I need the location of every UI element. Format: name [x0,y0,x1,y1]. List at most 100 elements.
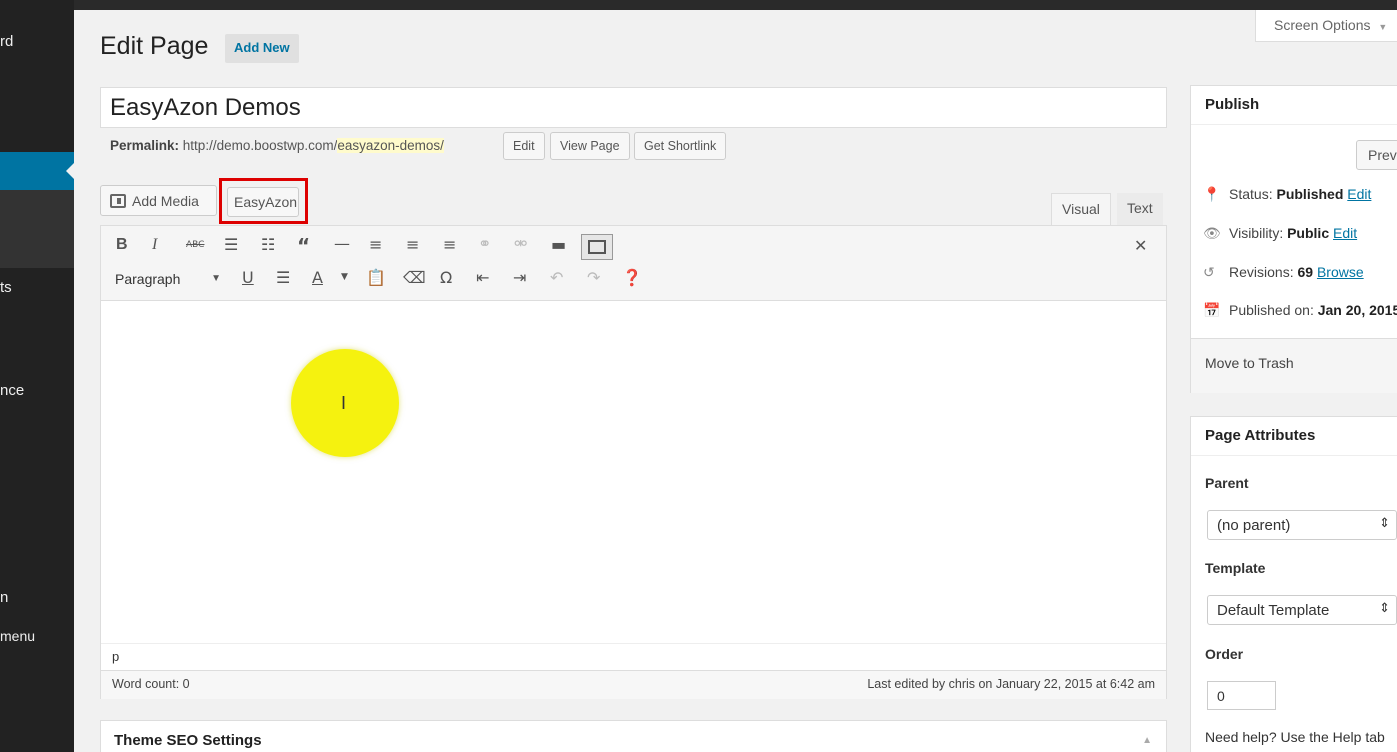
page-attributes-title: Page Attributes [1191,417,1397,456]
parent-select[interactable]: (no parent) ⇕ [1207,510,1397,540]
clear-formatting-icon[interactable]: ⌫ [403,268,426,287]
edit-status-link[interactable]: Edit [1347,186,1371,202]
media-icon [110,194,126,208]
toolbar-toggle-icon[interactable] [581,234,613,260]
read-more-icon[interactable]: ▬ [551,235,566,254]
unlink-icon[interactable]: ⚮ [514,234,527,253]
redo-icon[interactable]: ↷ [587,268,600,287]
calendar-icon: 📅 [1203,303,1221,319]
easyazon-button[interactable]: EasyAzon [227,187,299,217]
move-to-trash-link[interactable]: Move to Trash [1205,355,1294,371]
select-arrows-icon: ⇕ [1379,601,1390,616]
template-label: Template [1205,560,1266,576]
publish-actions: Move to Trash [1191,338,1397,393]
help-text: Need help? Use the Help tab [1205,729,1385,745]
sidebar-collapse-menu[interactable]: menu [0,628,35,644]
word-count: Word count: 0 [112,677,190,691]
publish-box: Publish Preview 📍Status: Published Edit … [1190,85,1397,393]
underline-icon[interactable]: U [242,268,254,287]
sidebar-item-dashboard[interactable]: rd [0,33,13,50]
align-right-icon[interactable]: ≡ [443,235,456,254]
sidebar-item-comments[interactable]: ts [0,279,12,296]
parent-label: Parent [1205,475,1249,491]
text-color-dropdown-icon[interactable]: ▼ [341,272,348,282]
format-select[interactable]: Paragraph ▼ [107,267,227,292]
admin-sidebar: rd ts nce n menu [0,0,74,752]
editor-path: p [101,643,1166,670]
publish-title: Publish [1191,86,1397,125]
seo-settings-title: Theme SEO Settings [114,732,262,749]
published-on-row: 📅 Published on: Jan 20, 2015 [1203,302,1397,319]
post-title-input[interactable]: EasyAzon Demos [100,87,1167,128]
revisions-row: ↺ Revisions: 69 Browse [1203,264,1364,281]
link-icon[interactable]: ⚭ [478,234,491,253]
history-icon: ↺ [1203,265,1215,281]
template-select[interactable]: Default Template ⇕ [1207,595,1397,625]
align-left-icon[interactable]: ≡ [369,235,382,254]
permalink-row: Permalink: http://demo.boostwp.com/easya… [110,138,444,153]
visibility-row: 👁 Visibility: Public Edit [1203,225,1358,242]
status-row: 📍 Status: Published Edit [1203,186,1372,203]
pin-icon: 📍 [1203,187,1221,203]
eye-icon: 👁 [1203,226,1221,242]
permalink-edit-button[interactable]: Edit [503,132,545,160]
help-icon[interactable]: ❓ [622,268,642,287]
bold-icon[interactable]: B [116,236,128,254]
permalink-slug[interactable]: easyazon-demos/ [337,138,444,153]
special-character-icon[interactable]: Ω [440,268,452,287]
editor-toolbar: B I ABC ☰ ☷ “ — ≡ ≡ ≡ ⚭ ⚮ ▬ ✕ Paragraph … [101,226,1166,301]
sidebar-item-pages-active[interactable] [0,152,74,190]
numbered-list-icon[interactable]: ☷ [261,235,275,254]
sidebar-item-settings[interactable]: n [0,589,8,606]
published-date: Jan 20, 2015 [1317,302,1397,318]
justify-icon[interactable]: ☰ [276,268,290,287]
add-media-button[interactable]: Add Media [100,185,217,216]
editor-status-bar: Word count: 0 Last edited by chris on Ja… [101,670,1166,699]
outdent-icon[interactable]: ⇤ [476,268,489,287]
collapse-arrow-icon[interactable]: ▲ [1142,735,1152,746]
chevron-down-icon: ▼ [1378,22,1388,32]
indent-icon[interactable]: ⇥ [513,268,526,287]
edit-visibility-link[interactable]: Edit [1333,225,1357,241]
page-title: Edit Page [100,32,209,60]
easyazon-highlight-box: EasyAzon [219,178,308,224]
align-center-icon[interactable]: ≡ [406,235,419,254]
add-new-button[interactable]: Add New [225,34,299,63]
bullet-list-icon[interactable]: ☰ [224,235,238,254]
screen-options-label: Screen Options [1274,17,1371,33]
sidebar-item-appearance[interactable]: nce [0,382,24,399]
tab-visual[interactable]: Visual [1051,193,1111,226]
view-page-button[interactable]: View Page [550,132,630,160]
screen-options-button[interactable]: Screen Options ▼ [1255,10,1397,42]
page-attributes-box: Page Attributes Parent (no parent) ⇕ Temp… [1190,416,1397,752]
fullscreen-icon[interactable]: ✕ [1134,236,1147,256]
last-edited: Last edited by chris on January 22, 2015… [867,677,1155,691]
paste-text-icon[interactable]: 📋 [366,268,386,287]
add-media-label: Add Media [132,193,199,209]
permalink-label: Permalink: [110,138,180,153]
content-editor: B I ABC ☰ ☷ “ — ≡ ≡ ≡ ⚭ ⚮ ▬ ✕ Paragraph … [100,225,1167,699]
tab-text[interactable]: Text [1117,193,1163,226]
sidebar-submenu [0,190,74,268]
seo-settings-box[interactable]: Theme SEO Settings ▲ [100,720,1167,752]
get-shortlink-button[interactable]: Get Shortlink [634,132,727,160]
permalink-base: http://demo.boostwp.com/ [182,138,338,153]
horizontal-line-icon[interactable]: — [334,234,350,253]
browse-revisions-link[interactable]: Browse [1317,264,1364,280]
admin-bar [0,0,1397,10]
strikethrough-icon[interactable]: ABC [186,240,204,250]
order-input[interactable]: 0 [1207,681,1276,710]
undo-icon[interactable]: ↶ [550,268,563,287]
format-select-value: Paragraph [115,271,181,287]
visibility-value: Public [1287,225,1330,241]
chevron-down-icon: ▼ [211,273,221,284]
revisions-value: 69 [1297,264,1314,280]
editor-content-area[interactable]: I [101,301,1166,643]
text-cursor-icon: I [341,393,347,413]
italic-icon[interactable]: I [152,236,157,254]
preview-button[interactable]: Preview [1356,140,1397,170]
text-color-icon[interactable]: A [312,268,323,287]
blockquote-icon[interactable]: “ [297,234,310,258]
select-arrows-icon: ⇕ [1379,516,1390,531]
cursor-highlight: I [291,349,399,457]
